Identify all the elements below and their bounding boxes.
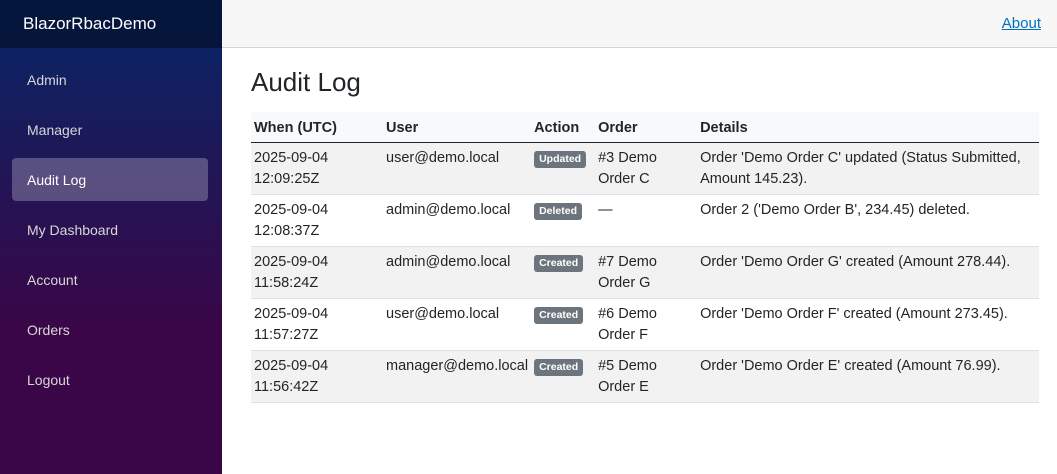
when-time: 12:09:25Z: [254, 170, 320, 187]
when-time: 11:57:27Z: [254, 326, 319, 343]
cell-order: #5 Demo Order E: [595, 350, 698, 403]
column-header-action: Action: [531, 112, 596, 143]
main-content: Audit Log When (UTC) User Action Order D…: [251, 48, 1039, 403]
action-badge: Updated: [534, 150, 587, 168]
when-date: 2025-09-04: [254, 253, 329, 270]
order-line-1: #6 Demo: [598, 305, 657, 322]
order-line-1: #5 Demo: [598, 357, 657, 374]
table-row: 2025-09-04 11:57:27Z user@demo.local Crea…: [251, 298, 1039, 351]
nav-item-audit-log[interactable]: Audit Log: [12, 158, 208, 201]
order-line-2: Order C: [598, 170, 650, 187]
nav-item-admin[interactable]: Admin: [12, 58, 208, 101]
nav-item-orders[interactable]: Orders: [12, 308, 208, 351]
action-badge: Deleted: [534, 202, 583, 220]
cell-order: #7 Demo Order G: [595, 246, 698, 299]
brand-bar: BlazorRbacDemo: [0, 0, 222, 48]
cell-details: Order 'Demo Order E' created (Amount 76.…: [697, 350, 1039, 403]
cell-user: user@demo.local: [383, 142, 532, 195]
order-line-1: —: [598, 201, 613, 218]
about-link[interactable]: About: [1002, 15, 1041, 32]
order-line-2: Order G: [598, 274, 651, 291]
column-header-user: User: [383, 112, 532, 143]
cell-when: 2025-09-04 11:58:24Z: [251, 246, 383, 299]
top-bar: About: [222, 0, 1057, 48]
column-header-details: Details: [697, 112, 1039, 143]
column-header-when: When (UTC): [251, 112, 383, 143]
cell-action: Created: [531, 350, 596, 403]
app-brand-link[interactable]: BlazorRbacDemo: [23, 14, 156, 34]
action-badge: Created: [534, 306, 584, 324]
nav-item-manager[interactable]: Manager: [12, 108, 208, 151]
cell-details: Order 'Demo Order F' created (Amount 273…: [697, 298, 1039, 351]
when-time: 11:58:24Z: [254, 274, 319, 291]
table-row: 2025-09-04 12:08:37Z admin@demo.local Del…: [251, 194, 1039, 247]
nav-menu: Admin Manager Audit Log My Dashboard Acc…: [0, 48, 222, 401]
action-badge: Created: [534, 358, 584, 376]
cell-details: Order 'Demo Order C' updated (Status Sub…: [697, 142, 1039, 195]
order-line-1: #7 Demo: [598, 253, 657, 270]
cell-order: #3 Demo Order C: [595, 142, 698, 195]
cell-when: 2025-09-04 12:09:25Z: [251, 142, 383, 195]
order-line-2: Order F: [598, 326, 649, 343]
cell-user: user@demo.local: [383, 298, 532, 351]
cell-when: 2025-09-04 11:56:42Z: [251, 350, 383, 403]
column-header-order: Order: [595, 112, 698, 143]
cell-when: 2025-09-04 12:08:37Z: [251, 194, 383, 247]
cell-action: Updated: [531, 142, 596, 195]
cell-user: manager@demo.local: [383, 350, 532, 403]
action-badge: Created: [534, 254, 584, 272]
order-line-2: Order E: [598, 378, 649, 395]
when-time: 11:56:42Z: [254, 378, 319, 395]
nav-item-account[interactable]: Account: [12, 258, 208, 301]
when-date: 2025-09-04: [254, 149, 329, 166]
audit-log-table: When (UTC) User Action Order Details 202…: [251, 112, 1039, 403]
table-row: 2025-09-04 11:56:42Z manager@demo.local C…: [251, 350, 1039, 403]
cell-action: Deleted: [531, 194, 596, 247]
nav-item-logout[interactable]: Logout: [12, 358, 208, 401]
when-time: 12:08:37Z: [254, 222, 320, 239]
when-date: 2025-09-04: [254, 305, 329, 322]
table-row: 2025-09-04 12:09:25Z user@demo.local Upda…: [251, 142, 1039, 195]
cell-action: Created: [531, 246, 596, 299]
when-date: 2025-09-04: [254, 201, 329, 218]
nav-item-my-dashboard[interactable]: My Dashboard: [12, 208, 208, 251]
cell-details: Order 2 ('Demo Order B', 234.45) deleted…: [697, 194, 1039, 247]
cell-user: admin@demo.local: [383, 246, 532, 299]
sidebar: BlazorRbacDemo Admin Manager Audit Log M…: [0, 0, 222, 474]
cell-details: Order 'Demo Order G' created (Amount 278…: [697, 246, 1039, 299]
order-line-1: #3 Demo: [598, 149, 657, 166]
table-row: 2025-09-04 11:58:24Z admin@demo.local Cre…: [251, 246, 1039, 299]
cell-when: 2025-09-04 11:57:27Z: [251, 298, 383, 351]
cell-action: Created: [531, 298, 596, 351]
cell-order: —: [595, 194, 698, 247]
cell-order: #6 Demo Order F: [595, 298, 698, 351]
when-date: 2025-09-04: [254, 357, 329, 374]
table-header-row: When (UTC) User Action Order Details: [251, 112, 1039, 143]
page-title: Audit Log: [251, 67, 361, 97]
cell-user: admin@demo.local: [383, 194, 532, 247]
